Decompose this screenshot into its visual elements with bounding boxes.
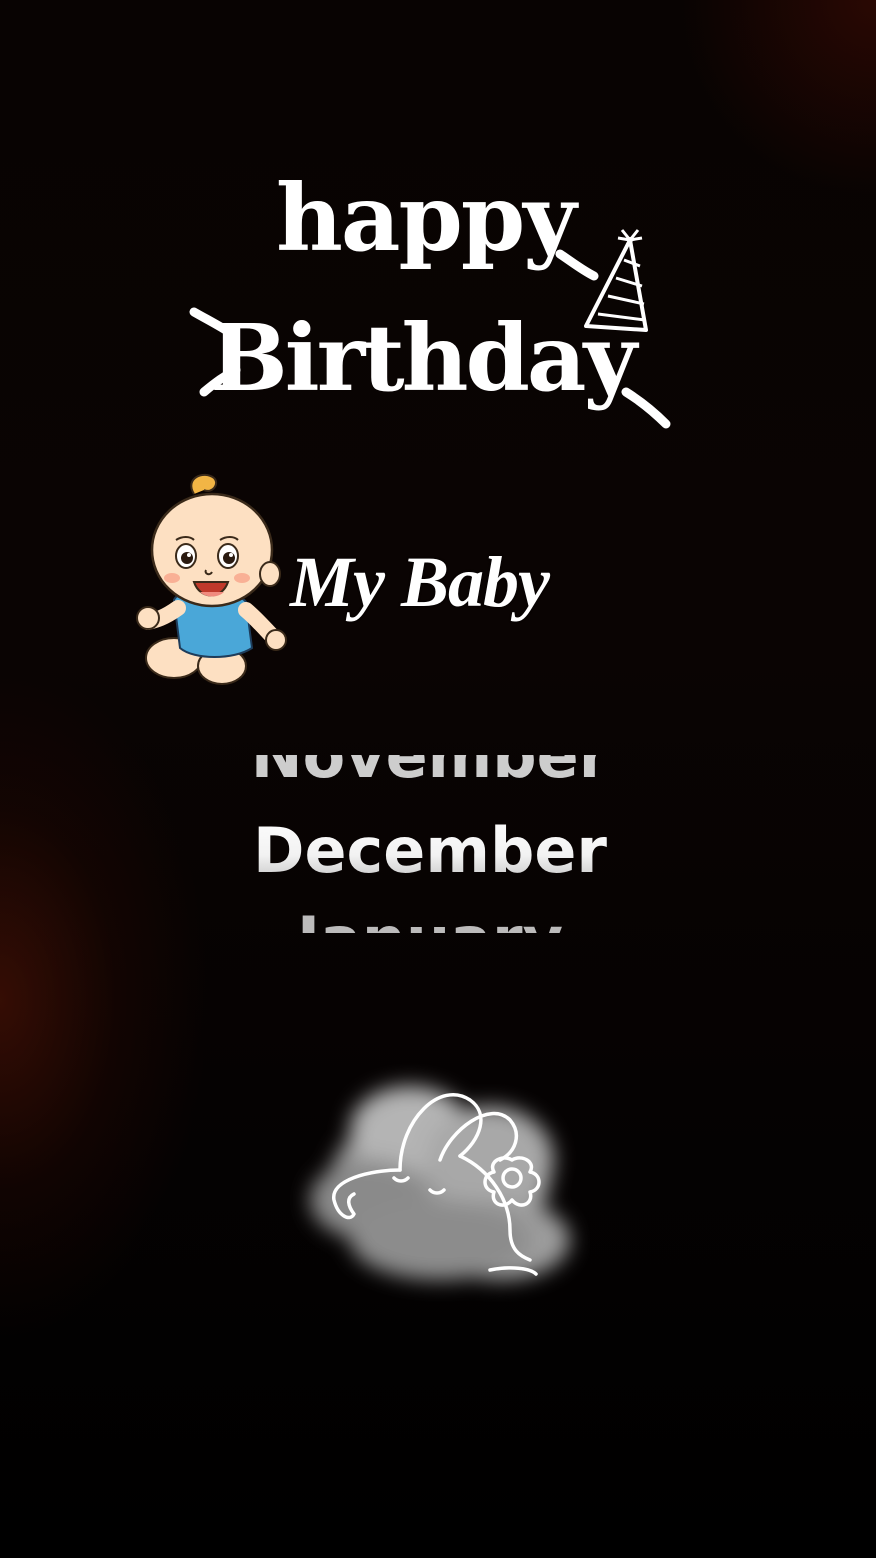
title-line-birthday: Birthday xyxy=(210,304,640,412)
cloud-shape xyxy=(310,1086,570,1280)
month-option-selected[interactable]: December xyxy=(200,811,660,891)
cloud-bunny-sticker xyxy=(290,1060,590,1310)
birthday-card: happy Birthday My Baby November December xyxy=(0,0,876,1558)
month-option-previous[interactable]: November xyxy=(200,755,660,791)
baby-name: My Baby xyxy=(290,542,550,622)
month-picker[interactable]: November December January xyxy=(200,755,660,933)
birthday-title: happy Birthday xyxy=(180,150,680,440)
baby-cartoon xyxy=(134,470,294,695)
month-option-next[interactable]: January xyxy=(200,905,660,934)
title-line-happy: happy xyxy=(276,164,579,272)
